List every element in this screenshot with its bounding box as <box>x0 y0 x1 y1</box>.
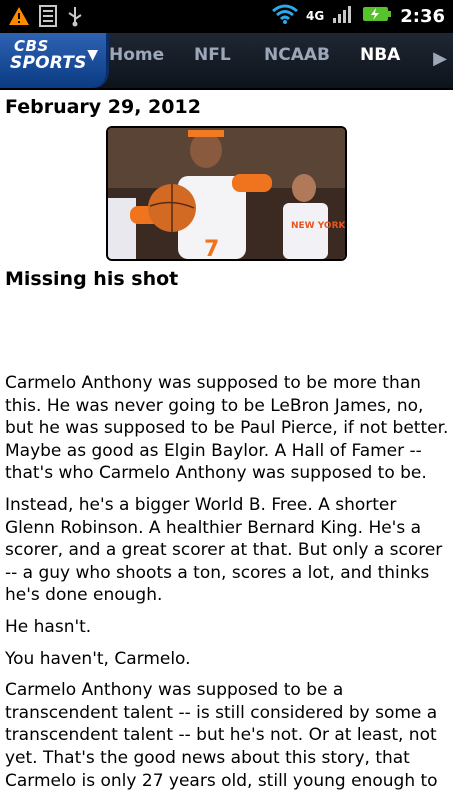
svg-text:NEW YORK: NEW YORK <box>291 221 345 231</box>
article-photo: NEW YORK 7 <box>106 126 347 261</box>
warning-icon <box>8 6 30 30</box>
battery-charging-icon <box>362 5 392 27</box>
wifi-icon <box>272 4 298 28</box>
tab-home[interactable]: Home <box>109 45 164 65</box>
article-paragraph: Instead, he's a bigger World B. Free. A … <box>5 494 443 606</box>
article-paragraph: Carmelo Anthony was supposed to be a tra… <box>5 680 438 791</box>
article-body: Carmelo Anthony was supposed to be more … <box>5 372 449 801</box>
dropdown-arrow-icon[interactable]: ▼ <box>87 47 98 63</box>
svg-text:7: 7 <box>204 237 219 259</box>
article-paragraph: He hasn't. <box>5 616 92 637</box>
article-headline: Missing his shot <box>5 268 179 290</box>
nav-bar: CBS SPORTS ▼ Home NFL NCAAB NBA ▶ <box>0 33 453 90</box>
article-paragraph: You haven't, Carmelo. <box>5 648 191 669</box>
sim-card-icon <box>38 5 58 31</box>
status-bar: 4G 2:36 <box>0 0 453 33</box>
tab-nfl[interactable]: NFL <box>194 45 231 65</box>
4g-icon: 4G <box>306 9 325 23</box>
chevron-right-icon[interactable]: ▶ <box>433 48 447 69</box>
signal-icon <box>332 4 354 28</box>
logo-sports-text: SPORTS <box>10 53 87 73</box>
article-date: February 29, 2012 <box>5 96 201 118</box>
tab-nba[interactable]: NBA <box>360 45 400 65</box>
cbs-sports-logo[interactable]: CBS SPORTS ▼ <box>0 33 109 88</box>
usb-icon <box>66 5 84 31</box>
tab-ncaab[interactable]: NCAAB <box>264 45 330 65</box>
clock: 2:36 <box>400 5 445 27</box>
article-paragraph: Carmelo Anthony was supposed to be more … <box>5 373 449 484</box>
